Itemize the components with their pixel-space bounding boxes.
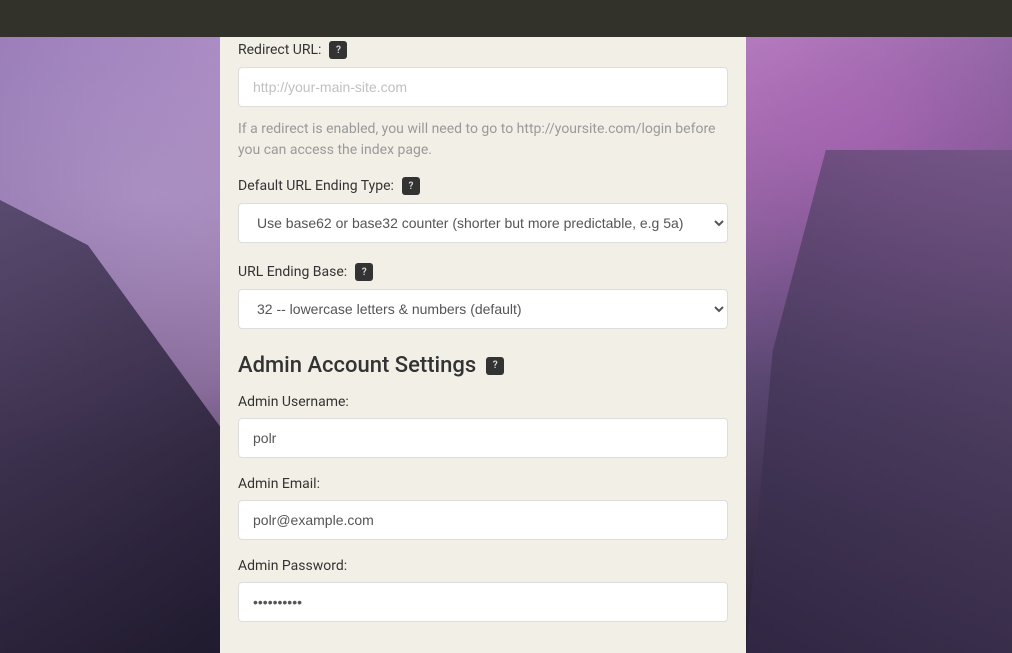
help-icon[interactable]: ? — [355, 263, 373, 281]
admin-password-group: Admin Password: — [238, 558, 728, 622]
admin-password-label: Admin Password: — [238, 558, 347, 574]
admin-username-group: Admin Username: — [238, 394, 728, 458]
url-ending-base-label: URL Ending Base: — [238, 264, 347, 280]
redirect-url-input[interactable] — [238, 67, 728, 107]
admin-email-group: Admin Email: — [238, 476, 728, 540]
admin-email-input[interactable] — [238, 500, 728, 540]
redirect-help-text: If a redirect is enabled, you will need … — [238, 119, 728, 161]
url-ending-base-select[interactable]: 32 -- lowercase letters & numbers (defau… — [238, 289, 728, 329]
help-icon[interactable]: ? — [402, 177, 420, 195]
help-icon[interactable]: ? — [329, 41, 347, 59]
url-ending-base-group: URL Ending Base: ? 32 -- lowercase lette… — [238, 263, 728, 329]
admin-heading-text: Admin Account Settings — [238, 353, 476, 378]
admin-username-label: Admin Username: — [238, 394, 349, 410]
admin-password-input[interactable] — [238, 582, 728, 622]
url-ending-type-label: Default URL Ending Type: — [238, 178, 394, 194]
help-icon[interactable]: ? — [486, 357, 504, 375]
admin-settings-heading: Admin Account Settings ? — [238, 353, 728, 378]
admin-email-label: Admin Email: — [238, 476, 320, 492]
redirect-url-label: Redirect URL: — [238, 42, 321, 58]
redirect-url-group: Redirect URL: ? If a redirect is enabled… — [238, 37, 728, 161]
url-ending-type-group: Default URL Ending Type: ? Use base62 or… — [238, 177, 728, 243]
top-nav-bar — [0, 0, 1012, 37]
admin-username-input[interactable] — [238, 418, 728, 458]
url-ending-type-select[interactable]: Use base62 or base32 counter (shorter bu… — [238, 203, 728, 243]
settings-form-panel: Redirect URL: ? If a redirect is enabled… — [220, 37, 746, 653]
